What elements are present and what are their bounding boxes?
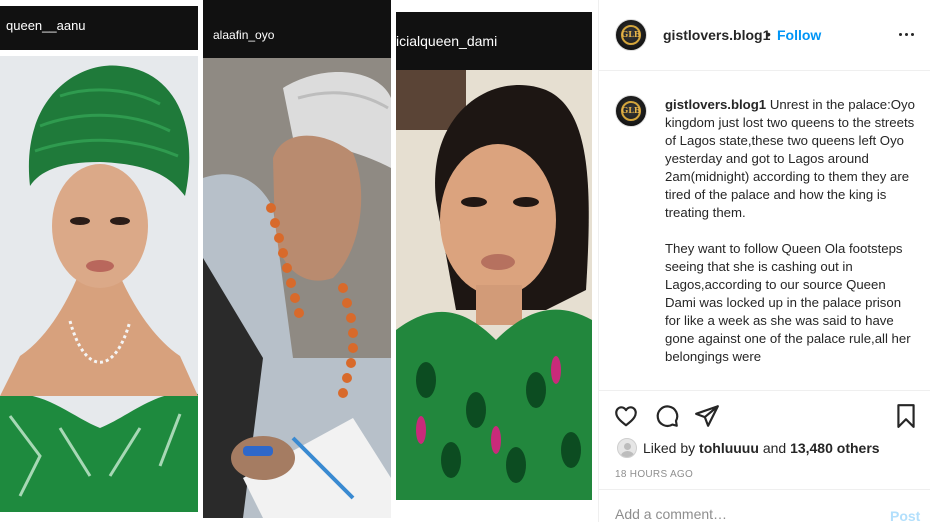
collage-panel-alaafin-oyo: alaafin_oyo xyxy=(203,0,391,518)
likes-text: Liked by tohluuuu and 13,480 others xyxy=(643,440,880,456)
heart-icon[interactable] xyxy=(613,403,639,429)
panel-username-tag: queen__aanu xyxy=(0,6,198,50)
liker-username[interactable]: tohluuuu xyxy=(699,440,759,456)
illustration-alaafin xyxy=(203,58,391,518)
caption-text-1: Unrest in the palace:Oyo kingdom just lo… xyxy=(665,97,915,220)
comment-icon[interactable] xyxy=(654,403,680,429)
post-comment-button[interactable]: Post xyxy=(890,508,920,522)
post-media[interactable]: queen__aanu alaafin_oyo icialqueen_dami xyxy=(0,0,598,522)
collage-panel-queen-dami: icialqueen_dami xyxy=(396,12,592,500)
post-caption: gistlovers.blog1 Unrest in the palace:Oy… xyxy=(665,96,917,366)
post-header: GLB gistlovers.blog1 • Follow xyxy=(599,0,930,71)
avatar-monogram: GLB xyxy=(621,105,641,115)
post-timestamp[interactable]: 18 HOURS AGO xyxy=(615,469,693,480)
caption-area[interactable]: GLB gistlovers.blog1 Unrest in the palac… xyxy=(599,72,930,390)
header-username[interactable]: gistlovers.blog1 xyxy=(663,27,770,43)
header-separator: • xyxy=(766,26,771,42)
likes-summary[interactable]: Liked by tohluuuu and 13,480 others xyxy=(615,437,915,459)
likes-connector: and xyxy=(762,440,787,456)
bookmark-icon[interactable] xyxy=(893,403,919,429)
illustration-queen-aanu xyxy=(0,56,198,512)
photo-elderly-king-signing xyxy=(203,58,391,518)
photo-woman-green-gele xyxy=(0,56,198,512)
panel-username-tag: icialqueen_dami xyxy=(396,12,592,70)
post-actions: Liked by tohluuuu and 13,480 others 18 H… xyxy=(599,390,930,522)
more-options-icon[interactable] xyxy=(897,24,917,44)
post-sidebar: GLB gistlovers.blog1 • Follow GLB gistlo… xyxy=(599,0,930,522)
profile-avatar[interactable]: GLB xyxy=(615,19,647,51)
caption-avatar[interactable]: GLB xyxy=(615,95,647,127)
avatar-monogram: GLB xyxy=(621,29,641,39)
caption-paragraph-1: gistlovers.blog1 Unrest in the palace:Oy… xyxy=(665,96,917,222)
follow-button[interactable]: Follow xyxy=(777,27,821,43)
illustration-queen-dami xyxy=(396,70,592,500)
add-comment-section: Post xyxy=(599,489,930,522)
liker-avatar xyxy=(617,438,637,458)
panel-username-tag: alaafin_oyo xyxy=(203,0,391,58)
photo-woman-green-top xyxy=(396,70,592,500)
share-icon[interactable] xyxy=(694,403,720,429)
likes-prefix: Liked by xyxy=(643,440,696,456)
caption-username[interactable]: gistlovers.blog1 xyxy=(665,97,766,112)
collage-panel-queen-aanu: queen__aanu xyxy=(0,6,198,512)
caption-paragraph-2: They want to follow Queen Ola footsteps … xyxy=(665,241,911,364)
likes-count[interactable]: 13,480 others xyxy=(790,440,880,456)
comment-input[interactable] xyxy=(615,506,875,522)
